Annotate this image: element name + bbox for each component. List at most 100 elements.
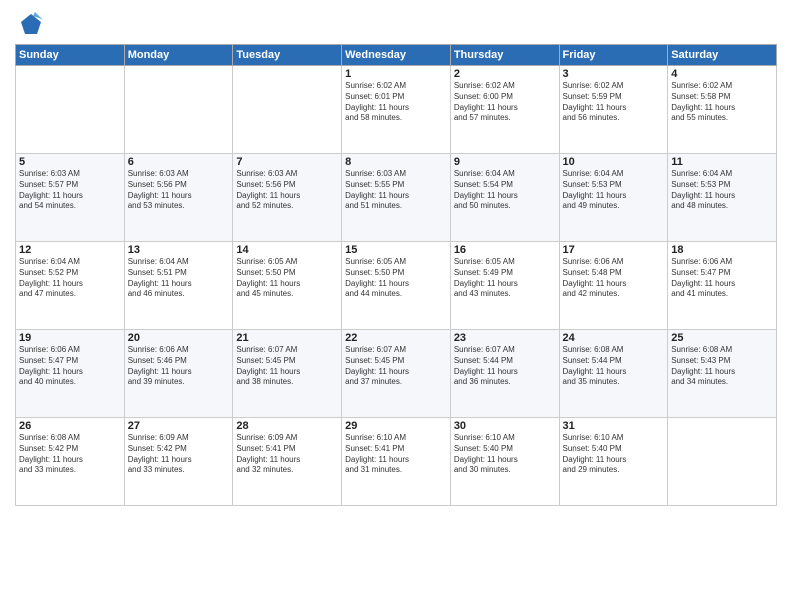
day-info: Sunrise: 6:03 AM Sunset: 5:57 PM Dayligh… bbox=[19, 169, 121, 212]
day-number: 10 bbox=[563, 156, 665, 168]
calendar-cell: 18Sunrise: 6:06 AM Sunset: 5:47 PM Dayli… bbox=[668, 242, 777, 330]
day-info: Sunrise: 6:02 AM Sunset: 6:00 PM Dayligh… bbox=[454, 81, 556, 124]
day-number: 14 bbox=[236, 244, 338, 256]
day-number: 5 bbox=[19, 156, 121, 168]
day-info: Sunrise: 6:03 AM Sunset: 5:56 PM Dayligh… bbox=[236, 169, 338, 212]
calendar-cell: 11Sunrise: 6:04 AM Sunset: 5:53 PM Dayli… bbox=[668, 154, 777, 242]
calendar-cell: 28Sunrise: 6:09 AM Sunset: 5:41 PM Dayli… bbox=[233, 418, 342, 506]
logo bbox=[15, 10, 47, 38]
day-info: Sunrise: 6:07 AM Sunset: 5:44 PM Dayligh… bbox=[454, 345, 556, 388]
day-info: Sunrise: 6:06 AM Sunset: 5:46 PM Dayligh… bbox=[128, 345, 230, 388]
day-info: Sunrise: 6:05 AM Sunset: 5:49 PM Dayligh… bbox=[454, 257, 556, 300]
calendar-cell: 29Sunrise: 6:10 AM Sunset: 5:41 PM Dayli… bbox=[342, 418, 451, 506]
calendar-cell bbox=[668, 418, 777, 506]
day-number: 24 bbox=[563, 332, 665, 344]
day-number: 3 bbox=[563, 68, 665, 80]
day-info: Sunrise: 6:04 AM Sunset: 5:51 PM Dayligh… bbox=[128, 257, 230, 300]
day-info: Sunrise: 6:04 AM Sunset: 5:52 PM Dayligh… bbox=[19, 257, 121, 300]
day-info: Sunrise: 6:10 AM Sunset: 5:40 PM Dayligh… bbox=[454, 433, 556, 476]
calendar-cell: 3Sunrise: 6:02 AM Sunset: 5:59 PM Daylig… bbox=[559, 66, 668, 154]
weekday-header-monday: Monday bbox=[124, 45, 233, 66]
day-info: Sunrise: 6:03 AM Sunset: 5:56 PM Dayligh… bbox=[128, 169, 230, 212]
calendar-cell: 12Sunrise: 6:04 AM Sunset: 5:52 PM Dayli… bbox=[16, 242, 125, 330]
day-info: Sunrise: 6:09 AM Sunset: 5:41 PM Dayligh… bbox=[236, 433, 338, 476]
day-info: Sunrise: 6:08 AM Sunset: 5:43 PM Dayligh… bbox=[671, 345, 773, 388]
day-info: Sunrise: 6:10 AM Sunset: 5:41 PM Dayligh… bbox=[345, 433, 447, 476]
weekday-header-row: SundayMondayTuesdayWednesdayThursdayFrid… bbox=[16, 45, 777, 66]
calendar-cell: 16Sunrise: 6:05 AM Sunset: 5:49 PM Dayli… bbox=[450, 242, 559, 330]
day-number: 17 bbox=[563, 244, 665, 256]
day-info: Sunrise: 6:06 AM Sunset: 5:47 PM Dayligh… bbox=[671, 257, 773, 300]
day-number: 13 bbox=[128, 244, 230, 256]
day-number: 25 bbox=[671, 332, 773, 344]
calendar-cell: 6Sunrise: 6:03 AM Sunset: 5:56 PM Daylig… bbox=[124, 154, 233, 242]
calendar-cell bbox=[233, 66, 342, 154]
day-info: Sunrise: 6:08 AM Sunset: 5:42 PM Dayligh… bbox=[19, 433, 121, 476]
day-info: Sunrise: 6:05 AM Sunset: 5:50 PM Dayligh… bbox=[236, 257, 338, 300]
calendar-table: SundayMondayTuesdayWednesdayThursdayFrid… bbox=[15, 44, 777, 506]
day-number: 21 bbox=[236, 332, 338, 344]
calendar-week-row: 5Sunrise: 6:03 AM Sunset: 5:57 PM Daylig… bbox=[16, 154, 777, 242]
calendar-cell: 1Sunrise: 6:02 AM Sunset: 6:01 PM Daylig… bbox=[342, 66, 451, 154]
header bbox=[15, 10, 777, 38]
calendar-week-row: 1Sunrise: 6:02 AM Sunset: 6:01 PM Daylig… bbox=[16, 66, 777, 154]
calendar-cell: 4Sunrise: 6:02 AM Sunset: 5:58 PM Daylig… bbox=[668, 66, 777, 154]
day-info: Sunrise: 6:02 AM Sunset: 5:59 PM Dayligh… bbox=[563, 81, 665, 124]
day-info: Sunrise: 6:07 AM Sunset: 5:45 PM Dayligh… bbox=[236, 345, 338, 388]
calendar-week-row: 26Sunrise: 6:08 AM Sunset: 5:42 PM Dayli… bbox=[16, 418, 777, 506]
calendar-cell: 10Sunrise: 6:04 AM Sunset: 5:53 PM Dayli… bbox=[559, 154, 668, 242]
day-number: 12 bbox=[19, 244, 121, 256]
calendar-cell bbox=[16, 66, 125, 154]
day-number: 18 bbox=[671, 244, 773, 256]
day-number: 1 bbox=[345, 68, 447, 80]
day-info: Sunrise: 6:06 AM Sunset: 5:48 PM Dayligh… bbox=[563, 257, 665, 300]
day-info: Sunrise: 6:04 AM Sunset: 5:53 PM Dayligh… bbox=[563, 169, 665, 212]
logo-icon bbox=[15, 10, 43, 38]
calendar-cell: 2Sunrise: 6:02 AM Sunset: 6:00 PM Daylig… bbox=[450, 66, 559, 154]
calendar-cell: 7Sunrise: 6:03 AM Sunset: 5:56 PM Daylig… bbox=[233, 154, 342, 242]
calendar-cell: 23Sunrise: 6:07 AM Sunset: 5:44 PM Dayli… bbox=[450, 330, 559, 418]
day-number: 29 bbox=[345, 420, 447, 432]
calendar-cell: 26Sunrise: 6:08 AM Sunset: 5:42 PM Dayli… bbox=[16, 418, 125, 506]
day-info: Sunrise: 6:08 AM Sunset: 5:44 PM Dayligh… bbox=[563, 345, 665, 388]
day-number: 28 bbox=[236, 420, 338, 432]
calendar-cell: 5Sunrise: 6:03 AM Sunset: 5:57 PM Daylig… bbox=[16, 154, 125, 242]
day-number: 31 bbox=[563, 420, 665, 432]
weekday-header-sunday: Sunday bbox=[16, 45, 125, 66]
weekday-header-thursday: Thursday bbox=[450, 45, 559, 66]
day-number: 22 bbox=[345, 332, 447, 344]
day-number: 19 bbox=[19, 332, 121, 344]
day-number: 7 bbox=[236, 156, 338, 168]
weekday-header-saturday: Saturday bbox=[668, 45, 777, 66]
day-info: Sunrise: 6:06 AM Sunset: 5:47 PM Dayligh… bbox=[19, 345, 121, 388]
day-info: Sunrise: 6:02 AM Sunset: 6:01 PM Dayligh… bbox=[345, 81, 447, 124]
day-number: 15 bbox=[345, 244, 447, 256]
calendar-week-row: 19Sunrise: 6:06 AM Sunset: 5:47 PM Dayli… bbox=[16, 330, 777, 418]
day-number: 9 bbox=[454, 156, 556, 168]
calendar-cell: 25Sunrise: 6:08 AM Sunset: 5:43 PM Dayli… bbox=[668, 330, 777, 418]
day-number: 16 bbox=[454, 244, 556, 256]
day-number: 20 bbox=[128, 332, 230, 344]
day-number: 23 bbox=[454, 332, 556, 344]
day-info: Sunrise: 6:10 AM Sunset: 5:40 PM Dayligh… bbox=[563, 433, 665, 476]
page: SundayMondayTuesdayWednesdayThursdayFrid… bbox=[0, 0, 792, 612]
day-number: 27 bbox=[128, 420, 230, 432]
weekday-header-tuesday: Tuesday bbox=[233, 45, 342, 66]
day-info: Sunrise: 6:04 AM Sunset: 5:53 PM Dayligh… bbox=[671, 169, 773, 212]
day-number: 2 bbox=[454, 68, 556, 80]
calendar-week-row: 12Sunrise: 6:04 AM Sunset: 5:52 PM Dayli… bbox=[16, 242, 777, 330]
day-info: Sunrise: 6:03 AM Sunset: 5:55 PM Dayligh… bbox=[345, 169, 447, 212]
calendar-cell: 27Sunrise: 6:09 AM Sunset: 5:42 PM Dayli… bbox=[124, 418, 233, 506]
calendar-cell: 30Sunrise: 6:10 AM Sunset: 5:40 PM Dayli… bbox=[450, 418, 559, 506]
day-info: Sunrise: 6:05 AM Sunset: 5:50 PM Dayligh… bbox=[345, 257, 447, 300]
calendar-cell: 19Sunrise: 6:06 AM Sunset: 5:47 PM Dayli… bbox=[16, 330, 125, 418]
calendar-cell: 14Sunrise: 6:05 AM Sunset: 5:50 PM Dayli… bbox=[233, 242, 342, 330]
calendar-cell: 24Sunrise: 6:08 AM Sunset: 5:44 PM Dayli… bbox=[559, 330, 668, 418]
calendar-cell: 31Sunrise: 6:10 AM Sunset: 5:40 PM Dayli… bbox=[559, 418, 668, 506]
day-number: 30 bbox=[454, 420, 556, 432]
calendar-cell: 13Sunrise: 6:04 AM Sunset: 5:51 PM Dayli… bbox=[124, 242, 233, 330]
day-number: 6 bbox=[128, 156, 230, 168]
day-number: 11 bbox=[671, 156, 773, 168]
calendar-cell: 8Sunrise: 6:03 AM Sunset: 5:55 PM Daylig… bbox=[342, 154, 451, 242]
calendar-cell: 15Sunrise: 6:05 AM Sunset: 5:50 PM Dayli… bbox=[342, 242, 451, 330]
